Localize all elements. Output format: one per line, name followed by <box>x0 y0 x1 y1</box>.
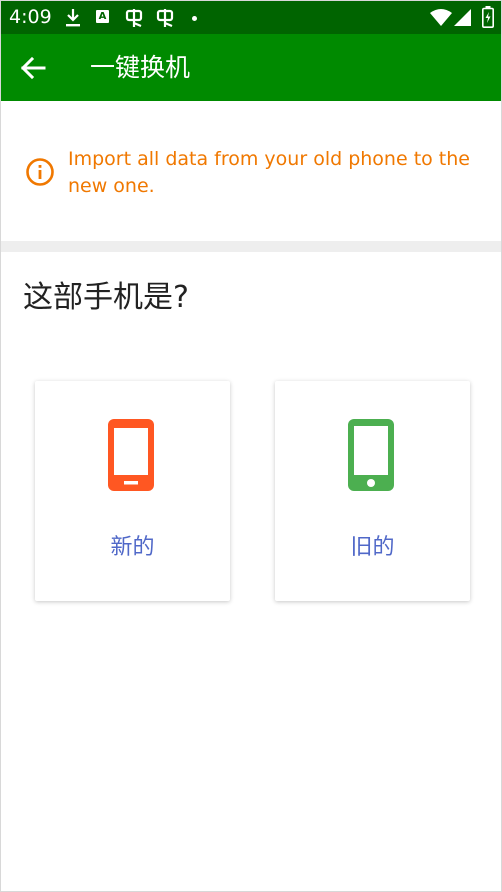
app-bar: 一键换机 <box>1 34 501 101</box>
status-bar: 4:09 A <box>1 1 501 34</box>
new-phone-option[interactable]: 新的 <box>35 381 230 601</box>
question-heading: 这部手机是? <box>23 280 189 315</box>
page-title: 一键换机 <box>90 53 191 82</box>
section-divider <box>1 241 501 252</box>
dot-icon <box>192 16 197 21</box>
translate-a-icon: A <box>96 10 109 23</box>
phone-icon <box>108 419 154 491</box>
wifi-icon <box>430 9 452 26</box>
old-phone-option[interactable]: 旧的 <box>275 381 470 601</box>
phone-icon <box>348 419 394 491</box>
download-icon <box>66 9 80 27</box>
bug-icon <box>125 9 143 28</box>
info-circle-icon <box>26 158 54 186</box>
new-phone-label: 新的 <box>110 535 155 560</box>
screen: 4:09 A 一键换机 Import all data from your ol… <box>0 0 502 892</box>
battery-icon <box>482 6 494 28</box>
bug-icon <box>156 9 174 28</box>
old-phone-label: 旧的 <box>350 535 395 560</box>
info-banner: Import all data from your old phone to t… <box>1 101 501 241</box>
arrow-left-icon[interactable] <box>19 54 47 82</box>
status-time: 4:09 <box>9 6 52 28</box>
signal-icon <box>454 9 471 26</box>
info-text: Import all data from your old phone to t… <box>68 148 470 197</box>
